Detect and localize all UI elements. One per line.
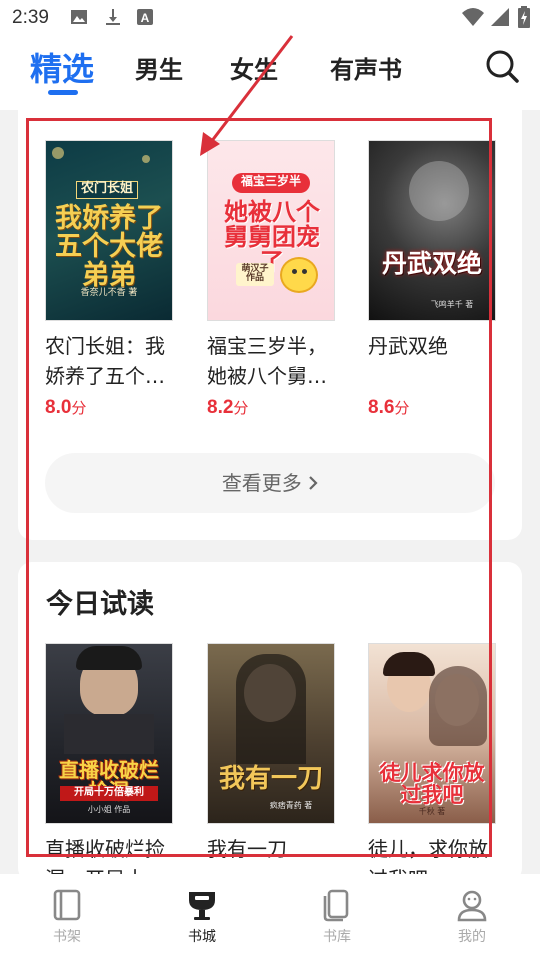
signal-icon [491,8,509,26]
nav-bookshelf[interactable]: 书架 [27,888,107,946]
font-icon: A [137,9,153,25]
nav-label: 书库 [323,929,351,945]
cover-author: 萌汉子 作品 [236,263,274,286]
status-bar: 2:39 A [0,0,540,36]
nav-label: 书架 [53,929,81,945]
tab-female[interactable]: 女生 [230,50,278,85]
battery-charging-icon [518,6,530,28]
svg-text:A: A [141,11,150,25]
book-cover[interactable]: 农门长姐 我娇养了五个大佬弟弟 香奈儿不香 著 [45,140,173,321]
nav-label: 我的 [458,929,486,945]
cover-title: 丹武双绝 [381,249,482,278]
cover-author: 疯痞青药 著 [269,801,313,810]
cover-author: 香奈儿不香 著 [80,288,138,298]
book-cover[interactable]: 福宝三岁半 她被八个舅舅团宠了 萌汉子 作品 [207,140,335,321]
cover-author: 飞鸣羊千 著 [430,300,474,309]
cover-author: 小小姐 作品 [87,805,131,814]
book-item[interactable]: 直播收破烂捡漏 开局十万倍暴利 小小姐 作品 直播收破烂捡漏，开局十… [45,643,173,894]
status-time: 2:39 [12,7,49,28]
section-title: 今日试读 [46,589,154,620]
library-icon [323,889,349,922]
book-title[interactable]: 农门长姐：我娇养了五个… [45,331,177,391]
bookstore-icon [189,892,215,920]
book-score: 8.6分 [368,397,410,418]
book-score: 8.2分 [207,397,249,418]
bottom-nav: 书架 书城 书库 我的 [0,874,540,960]
profile-icon [457,890,487,922]
bookshelf-icon [53,889,81,921]
cover-author: 千秋 著 [418,807,446,816]
recommend-card: 农门长姐 我娇养了五个大佬弟弟 香奈儿不香 著 农门长姐：我娇养了五个… 8.0… [18,110,522,540]
view-more-button[interactable]: 查看更多 [45,453,495,513]
book-score: 8.0分 [45,397,87,418]
image-icon [71,10,87,24]
book-cover[interactable]: 徒儿求你放过我吧 千秋 著 [368,643,496,824]
search-icon[interactable] [484,48,520,84]
active-tab-indicator [48,90,78,95]
nav-profile[interactable]: 我的 [432,888,512,946]
today-trial-card: 今日试读 直播收破烂捡漏 开局十万倍暴利 小小姐 作品 直播收破烂捡漏，开局十…… [18,562,522,891]
book-title[interactable]: 福宝三岁半，她被八个舅… [207,331,339,391]
nav-library[interactable]: 书库 [297,888,377,946]
top-tab-bar: 精选 男生 女生 有声书 [0,36,540,110]
cover-title: 徒儿求你放过我吧 [379,760,485,808]
cover-subtitle: 福宝三岁半 [240,174,301,188]
book-item[interactable]: 我有一刀 疯痞青药 著 我有一刀 [207,643,335,894]
book-item[interactable]: 徒儿求你放过我吧 千秋 著 徒儿，求你放过我吧 [368,643,496,894]
download-icon [106,9,120,25]
tab-audiobooks[interactable]: 有声书 [330,50,402,85]
book-cover[interactable]: 我有一刀 疯痞青药 著 [207,643,335,824]
book-item[interactable]: 农门长姐 我娇养了五个大佬弟弟 香奈儿不香 著 农门长姐：我娇养了五个… 8.0… [45,140,173,419]
nav-label: 书城 [188,929,216,945]
cover-title: 我娇养了五个大佬弟弟 [55,203,163,291]
book-cover[interactable]: 直播收破烂捡漏 开局十万倍暴利 小小姐 作品 [45,643,173,824]
cover-subtitle: 农门长姐 [80,181,133,196]
book-item[interactable]: 丹武双绝 飞鸣羊千 著 丹武双绝 8.6分 [368,140,496,419]
cover-subtitle: 开局十万倍暴利 [60,786,158,801]
cover-title: 我有一刀 [218,764,323,794]
wifi-icon [462,8,484,26]
book-cover[interactable]: 丹武双绝 飞鸣羊千 著 [368,140,496,321]
tab-male[interactable]: 男生 [135,50,183,85]
nav-bookstore[interactable]: 书城 [162,888,242,946]
tab-featured[interactable]: 精选 [30,44,94,90]
book-item[interactable]: 福宝三岁半 她被八个舅舅团宠了 萌汉子 作品 福宝三岁半，她被八个舅… 8.2分 [207,140,335,419]
chevron-right-icon [309,476,318,490]
book-title[interactable]: 丹武双绝 [368,331,500,391]
